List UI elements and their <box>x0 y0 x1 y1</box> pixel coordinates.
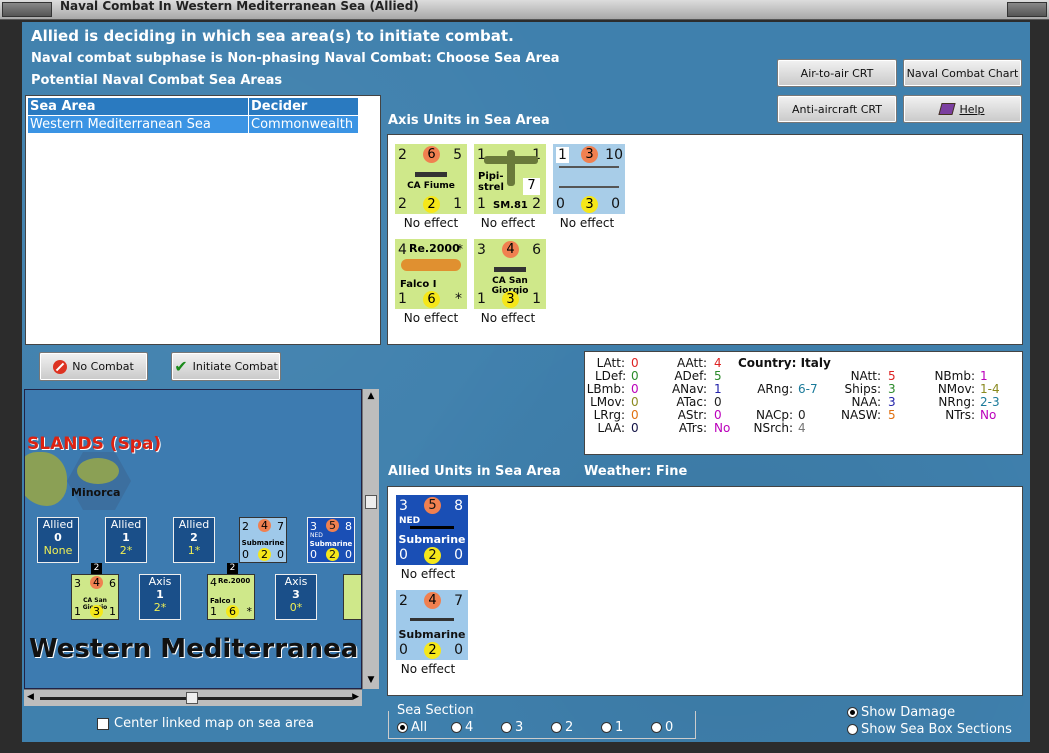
check-icon: ✔ <box>174 357 188 376</box>
region-label: SLANDS (Spa) <box>27 434 162 454</box>
stack-count-badge: 2 <box>227 563 238 574</box>
table-row[interactable]: Western Mediterranean Sea Commonwealth <box>27 115 359 134</box>
attack-circle: 4 <box>502 241 519 258</box>
unit-stats-panel: LAtt: 0 LDef: 0 LBmb: 0 LMov: 0 LRrg: 0 LAA: 0… <box>584 351 1023 455</box>
effect-label: No effect <box>480 216 536 230</box>
row-decider[interactable]: Commonwealth <box>248 115 359 134</box>
unit-counter-falco[interactable]: 4 Re.2000 * Falco I 1 6 * <box>395 239 467 309</box>
effect-label: No effect <box>559 216 615 230</box>
defense-circle: 3 <box>502 291 519 308</box>
sea-box-allied-1[interactable]: Allied 1 2* <box>105 517 147 563</box>
show-sea-box-option[interactable]: Show Sea Box Sections <box>847 722 1012 737</box>
island-shape-icon <box>25 452 67 506</box>
show-damage-option[interactable]: Show Damage <box>847 705 955 720</box>
allied-units-heading: Allied Units in Sea Area <box>388 464 561 479</box>
defense-circle: 2 <box>423 196 440 213</box>
center-map-checkbox[interactable] <box>97 717 109 730</box>
unit-counter-submarine[interactable]: 2 4 7 Submarine 0 2 0 <box>396 590 468 660</box>
map-vertical-scrollbar[interactable]: ▲ ▼ <box>362 389 379 689</box>
attack-circle: 3 <box>581 146 598 163</box>
sea-section-1[interactable]: 1 <box>601 720 651 735</box>
sea-area-table: Sea Area Decider Western Mediterranean S… <box>27 97 359 134</box>
defense-circle: 3 <box>581 196 598 213</box>
sea-section-0[interactable]: 0 <box>651 720 681 735</box>
col-decider[interactable]: Decider <box>248 97 359 116</box>
mini-counter-ned-submarine[interactable]: 3 5 8 NED Submarine 0 2 0 <box>307 517 355 563</box>
defense-circle: 2 <box>424 547 441 564</box>
fighter-aircraft-icon <box>401 259 461 271</box>
effect-label: No effect <box>403 311 459 325</box>
sea-box-allied-0[interactable]: Allied 0 None <box>37 517 79 563</box>
sea-section-group: Sea Section All 4 3 2 1 0 <box>388 703 696 739</box>
sea-box-allied-2[interactable]: Allied 2 1* <box>173 517 215 563</box>
title-bar: Naval Combat In Western Mediterranean Se… <box>0 0 1049 20</box>
country-label: Country: Italy <box>738 356 831 370</box>
allied-units-panel <box>387 486 1023 696</box>
mini-counter-ca-san-giorgio[interactable]: 3 4 6 CA San Giorgio 1 3 1 <box>71 574 119 620</box>
sea-section-all[interactable]: All <box>397 720 451 735</box>
unit-counter-ca-fiume[interactable]: 2 6 5 CA Fiume 2 2 1 <box>395 144 467 214</box>
no-entry-icon <box>53 359 68 374</box>
sea-section-4[interactable]: 4 <box>451 720 501 735</box>
sea-area-map[interactable]: SLANDS (Spa) Minorca Allied 0 None Allied 1… <box>24 389 362 689</box>
partial-counter[interactable] <box>343 574 361 620</box>
close-window-icon[interactable] <box>1007 2 1047 17</box>
ship-silhouette-icon <box>415 172 447 177</box>
anti-aircraft-crt-button[interactable]: Anti-aircraft CRT <box>777 95 897 123</box>
scroll-right-icon[interactable]: ▶ <box>352 692 359 702</box>
ship-silhouette-icon <box>494 267 526 272</box>
sea-section-2[interactable]: 2 <box>551 720 601 735</box>
unit-counter-ca-san-giorgio[interactable]: 3 4 6 CA San Giorgio 1 3 1 <box>474 239 546 309</box>
scroll-thumb[interactable] <box>365 495 377 509</box>
col-sea-area[interactable]: Sea Area <box>27 97 249 116</box>
window-menu-icon[interactable] <box>2 2 52 17</box>
weather-label: Weather: Fine <box>584 464 688 479</box>
defense-circle: 6 <box>423 291 440 308</box>
scroll-left-icon[interactable]: ◀ <box>27 692 34 702</box>
unit-counter-convoy[interactable]: 1 3 10 0 3 0 <box>553 144 625 214</box>
unit-counter-ned-submarine[interactable]: 3 5 8 NED Submarine 0 2 0 <box>396 495 468 565</box>
help-book-icon <box>938 103 957 115</box>
mini-counter-submarine[interactable]: 2 4 7 Submarine 0 2 0 <box>239 517 287 563</box>
no-combat-button[interactable]: No Combat <box>39 352 148 381</box>
submarine-icon <box>410 618 454 621</box>
center-map-option[interactable]: Center linked map on sea area <box>97 716 314 731</box>
sea-box-axis-1[interactable]: Axis 1 2* <box>139 574 181 620</box>
unit-counter-sm81[interactable]: 1 1 Pipi- strel 7 1 SM.81 2 <box>474 144 546 214</box>
effect-label: No effect <box>400 662 456 676</box>
sea-area-list: Sea Area Decider Western Mediterranean S… <box>25 95 381 345</box>
effect-label: No effect <box>480 311 536 325</box>
island-shape-icon <box>77 458 119 484</box>
axis-units-heading: Axis Units in Sea Area <box>388 113 550 128</box>
table-header: Sea Area Decider <box>27 97 359 116</box>
effect-label: No effect <box>400 567 456 581</box>
scroll-down-icon[interactable]: ▼ <box>365 675 377 687</box>
naval-combat-chart-button[interactable]: Naval Combat Chart <box>903 59 1022 87</box>
window-title: Naval Combat In Western Mediterranean Se… <box>60 0 419 13</box>
initiate-combat-button[interactable]: ✔ Initiate Combat <box>171 352 281 381</box>
effect-label: No effect <box>403 216 459 230</box>
row-sea-area[interactable]: Western Mediterranean Sea <box>27 115 249 134</box>
sea-areas-heading: Potential Naval Combat Sea Areas <box>31 73 283 88</box>
mini-counter-falco[interactable]: 4 Re.2000 Falco I 1 6 * <box>207 574 255 620</box>
status-line: Allied is deciding in which sea area(s) … <box>31 27 514 45</box>
help-button[interactable]: Help <box>903 95 1022 123</box>
sea-section-3[interactable]: 3 <box>501 720 551 735</box>
defense-circle: 2 <box>424 642 441 659</box>
submarine-icon <box>410 526 454 529</box>
stack-count-badge: 2 <box>91 563 102 574</box>
scroll-up-icon[interactable]: ▲ <box>365 391 377 403</box>
sea-name-label: Western Mediterranea <box>29 634 359 664</box>
sea-box-axis-3[interactable]: Axis 3 0* <box>275 574 317 620</box>
scroll-thumb[interactable] <box>186 692 198 704</box>
map-horizontal-scrollbar[interactable]: ◀ ▶ <box>24 689 362 706</box>
attack-circle: 6 <box>423 146 440 163</box>
convoy-ships-icon <box>559 166 619 188</box>
stack-badge: 7 <box>523 178 540 195</box>
air-to-air-crt-button[interactable]: Air-to-air CRT <box>777 59 897 87</box>
attack-circle: 4 <box>424 592 441 609</box>
subphase-line: Naval combat subphase is Non-phasing Nav… <box>31 51 560 66</box>
attack-circle: 5 <box>424 497 441 514</box>
island-label: Minorca <box>71 486 121 499</box>
